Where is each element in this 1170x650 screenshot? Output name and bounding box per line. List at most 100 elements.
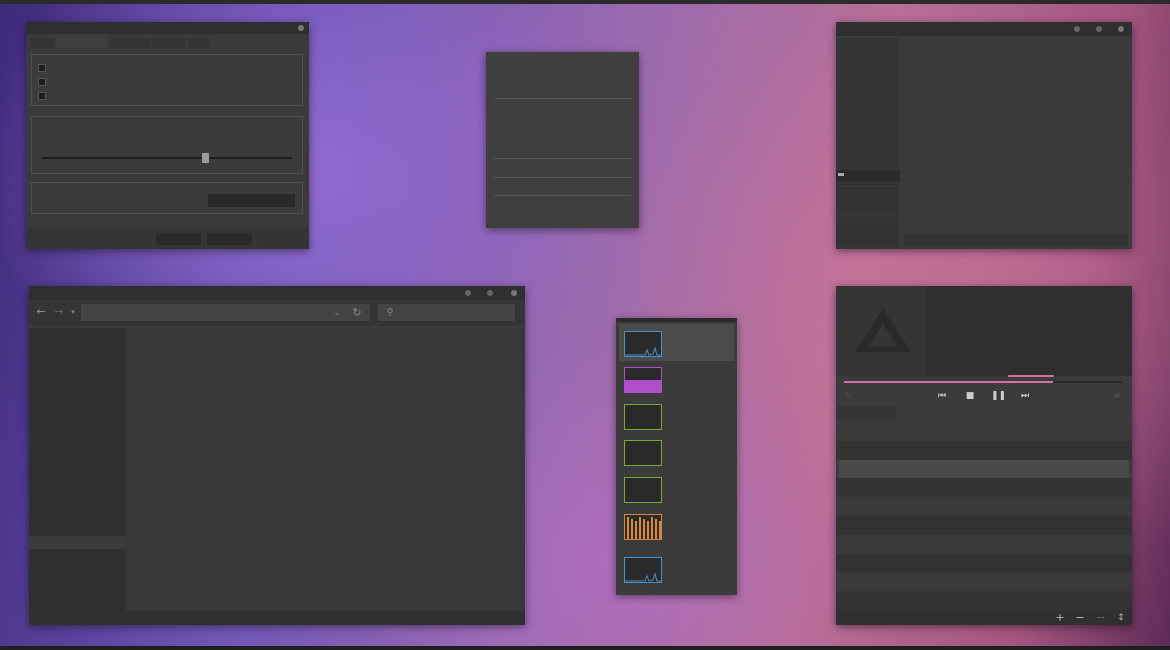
tab-3[interactable]: [110, 38, 150, 48]
options-group: [31, 54, 303, 106]
graph-icon: [625, 441, 661, 465]
apply-button[interactable]: [258, 233, 303, 245]
graph-thumbnail[interactable]: [624, 440, 662, 466]
checkbox-3[interactable]: [38, 92, 46, 100]
pause-icon[interactable]: ❚❚: [991, 390, 1006, 402]
content-area[interactable]: [125, 328, 525, 611]
slider-group: [31, 116, 303, 174]
sort-button[interactable]: ↕: [1115, 612, 1127, 624]
playlist-tab[interactable]: [836, 406, 896, 419]
graph-icon: [625, 346, 661, 356]
sidebar-section[interactable]: [836, 187, 899, 212]
graph-thumbnail[interactable]: [624, 367, 662, 393]
playlist-row[interactable]: [836, 497, 1132, 517]
menu-separator: [494, 158, 631, 159]
playlist-row[interactable]: [836, 516, 1132, 535]
top-panel: [0, 0, 1170, 4]
minimize-icon[interactable]: [465, 290, 471, 296]
graph-thumbnail[interactable]: [624, 331, 662, 357]
refresh-icon[interactable]: ↻: [351, 307, 363, 319]
slider-handle[interactable]: [201, 153, 209, 163]
sidebar: [836, 38, 899, 249]
progress-tooltip: [1008, 375, 1055, 377]
status-bar: [29, 611, 525, 625]
add-button[interactable]: +: [1054, 612, 1066, 624]
sidebar-panel-lower: [29, 549, 125, 611]
ok-button[interactable]: [156, 233, 201, 245]
search-icon: ⚲: [386, 308, 394, 318]
graph-thumbnail[interactable]: [624, 514, 662, 540]
remove-button[interactable]: −: [1074, 612, 1086, 624]
titlebar: [29, 286, 525, 300]
graph-icon: [625, 572, 661, 582]
playlist-row[interactable]: [836, 478, 1132, 498]
bottom-panel: [0, 646, 1170, 650]
graph-thumbnail[interactable]: [624, 477, 662, 503]
playlist-row[interactable]: [836, 422, 1132, 441]
checkbox-1[interactable]: [38, 64, 46, 72]
browser-window: ← → ▾ ⌄ ↻ ⚲: [29, 286, 525, 625]
music-player-window: ↻ ⏮ ■ ❚❚ ⏭ ⇄ + − ··· ↕: [836, 286, 1132, 625]
playlist-row[interactable]: [836, 534, 1132, 554]
graph-thumbnail[interactable]: [624, 404, 662, 430]
album-art: [836, 286, 926, 376]
track-info-area: [926, 286, 1132, 376]
forward-icon[interactable]: →: [53, 306, 65, 318]
file-manager-window: [836, 22, 1132, 249]
next-icon[interactable]: ⏭: [1019, 390, 1031, 402]
graph-icon: [625, 380, 661, 392]
menu-separator: [494, 195, 631, 196]
checkbox-2[interactable]: [38, 78, 46, 86]
sidebar-section[interactable]: [836, 225, 899, 245]
repeat-icon[interactable]: ↻: [844, 390, 854, 402]
menu-separator: [494, 177, 631, 178]
system-monitor-window: [616, 318, 737, 595]
graph-thumbnail[interactable]: [624, 557, 662, 583]
close-icon[interactable]: [298, 25, 304, 31]
back-icon[interactable]: ←: [35, 306, 47, 318]
settings-window: [26, 22, 309, 249]
previous-icon[interactable]: ⏮: [936, 390, 948, 402]
menu-separator: [494, 98, 631, 99]
playlist-row[interactable]: [836, 591, 1132, 611]
sidebar-divider: [836, 184, 900, 185]
titlebar: [616, 318, 737, 322]
titlebar: [26, 22, 309, 34]
slider-track[interactable]: [42, 157, 292, 159]
popup-menu: [486, 52, 639, 228]
graph-icon: [625, 405, 661, 429]
playlist-row[interactable]: [839, 459, 1129, 479]
tab-1[interactable]: [30, 38, 54, 48]
graph-icon: [627, 517, 661, 539]
more-button[interactable]: ···: [1094, 612, 1108, 624]
tab-2[interactable]: [56, 38, 106, 48]
minimize-icon[interactable]: [1074, 26, 1080, 32]
sidebar-panel: [29, 328, 125, 536]
status-bar: [904, 234, 1128, 246]
dropdown-icon[interactable]: ▾: [69, 306, 77, 318]
tab-5[interactable]: [188, 38, 210, 48]
cancel-button[interactable]: [207, 233, 252, 245]
url-bar[interactable]: [81, 304, 370, 321]
url-dropdown-icon[interactable]: ⌄: [331, 307, 343, 319]
action-button[interactable]: [208, 194, 295, 207]
progress-fill: [844, 381, 1053, 383]
sidebar-item-indicator: [838, 173, 844, 176]
sidebar-item-selected[interactable]: [836, 170, 900, 182]
playlist: [836, 422, 1132, 611]
maximize-icon[interactable]: [1096, 26, 1102, 32]
close-icon[interactable]: [511, 290, 517, 296]
tab-4[interactable]: [152, 38, 186, 48]
playlist-row[interactable]: [836, 553, 1132, 573]
graph-icon: [625, 478, 661, 502]
playlist-row[interactable]: [836, 572, 1132, 592]
content-area[interactable]: [900, 38, 1132, 232]
titlebar: [836, 22, 1132, 36]
stop-icon[interactable]: ■: [964, 390, 976, 402]
close-icon[interactable]: [1118, 26, 1124, 32]
search-bar[interactable]: [378, 304, 515, 321]
maximize-icon[interactable]: [487, 290, 493, 296]
shuffle-icon[interactable]: ⇄: [1112, 390, 1122, 402]
playlist-row[interactable]: [836, 440, 1132, 460]
app-logo-icon: [855, 308, 911, 352]
